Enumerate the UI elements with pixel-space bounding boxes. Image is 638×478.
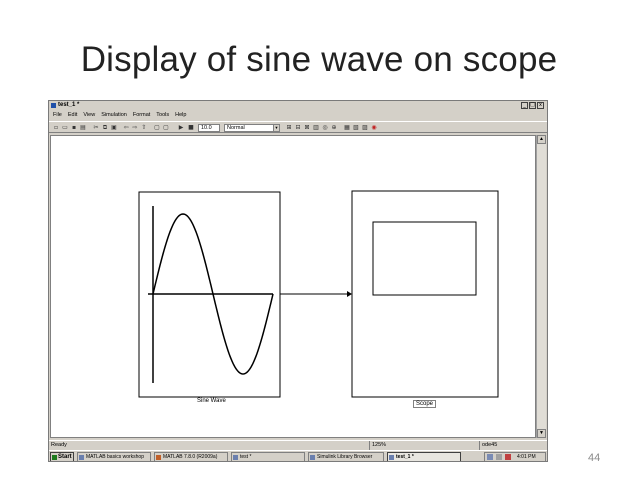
library-icon[interactable]: ⊟ bbox=[294, 124, 302, 132]
maximize-button[interactable]: □ bbox=[529, 102, 536, 109]
powerpoint-icon bbox=[79, 455, 84, 460]
signal-arrowhead bbox=[347, 291, 352, 297]
status-solver: ode45 bbox=[479, 441, 547, 450]
tray-antivirus-icon[interactable] bbox=[505, 454, 511, 460]
taskbar-item-label: MATLAB basics workshop bbox=[86, 454, 144, 460]
close-button[interactable]: x bbox=[537, 102, 544, 109]
status-ready: Ready bbox=[51, 442, 67, 448]
paste-icon[interactable]: ▣ bbox=[110, 124, 118, 132]
toolbar: ▫ ▭ ▪ ▤ ✂ ⧉ ▣ ⇦ ⇨ ⇧ ▢ ▢ ▶ ■ 10.0 Normal … bbox=[49, 121, 547, 133]
simulink-icon bbox=[233, 455, 238, 460]
scope-screen bbox=[372, 221, 477, 296]
block-diagram bbox=[138, 190, 499, 398]
uncomment-icon[interactable]: ▢ bbox=[162, 124, 170, 132]
debug-icon[interactable]: ▥ bbox=[312, 124, 320, 132]
save-icon[interactable]: ▪ bbox=[70, 124, 78, 132]
copy-icon[interactable]: ⧉ bbox=[101, 124, 109, 132]
menu-format[interactable]: Format bbox=[133, 111, 150, 120]
taskbar-item-test-1[interactable]: test_1 * bbox=[387, 452, 461, 461]
window-title: test_1 * bbox=[58, 102, 80, 108]
taskbar-item-label: test_1 * bbox=[396, 454, 414, 460]
build-icon[interactable]: ⊞ bbox=[285, 124, 293, 132]
sim-mode-value: Normal bbox=[227, 125, 245, 131]
taskbar-item-matlab[interactable]: MATLAB 7.8.0 (R2009a) bbox=[154, 452, 228, 461]
start-button[interactable]: Start bbox=[50, 452, 74, 461]
slide-title: Display of sine wave on scope bbox=[80, 40, 558, 79]
vertical-scrollbar[interactable]: ▲ ▼ bbox=[536, 135, 546, 438]
window-titlebar[interactable]: test_1 * _ □ x bbox=[49, 101, 547, 110]
taskbar-item-test[interactable]: test * bbox=[231, 452, 305, 461]
system-tray: 4:01 PM bbox=[484, 452, 546, 461]
help-icon[interactable]: ◎ bbox=[321, 124, 329, 132]
sine-wave-label: Sine Wave bbox=[197, 398, 226, 404]
redo-icon[interactable]: ⇨ bbox=[131, 124, 139, 132]
tray-clock: 4:01 PM bbox=[517, 454, 536, 460]
taskbar-item-label: test * bbox=[240, 454, 252, 460]
statusbar: Ready 125% ode45 bbox=[49, 440, 547, 450]
tray-help-icon[interactable] bbox=[487, 454, 493, 460]
status-zoom: 125% bbox=[369, 441, 439, 450]
scroll-up-icon[interactable]: ▲ bbox=[537, 135, 546, 144]
windows-taskbar: Start MATLAB basics workshop MATLAB 7.8.… bbox=[49, 450, 547, 461]
simulink-icon bbox=[310, 455, 315, 460]
slide-number: 44 bbox=[588, 452, 601, 464]
target-icon[interactable]: ◉ bbox=[370, 124, 378, 132]
menu-tools[interactable]: Tools bbox=[156, 111, 169, 120]
menubar: File Edit View Simulation Format Tools H… bbox=[49, 111, 547, 120]
play-icon[interactable]: ▶ bbox=[177, 124, 185, 132]
comment-icon[interactable]: ▢ bbox=[153, 124, 161, 132]
scroll-down-icon[interactable]: ▼ bbox=[537, 429, 546, 438]
menu-help[interactable]: Help bbox=[175, 111, 186, 120]
stop-icon[interactable]: ■ bbox=[187, 124, 195, 132]
print-icon[interactable]: ▤ bbox=[79, 124, 87, 132]
model-canvas[interactable]: Sine Wave Scope bbox=[50, 135, 536, 438]
zoom-icon[interactable]: ⊕ bbox=[330, 124, 338, 132]
undo-icon[interactable]: ⇦ bbox=[122, 124, 130, 132]
menu-simulation[interactable]: Simulation bbox=[101, 111, 127, 120]
open-icon[interactable]: ▭ bbox=[61, 124, 69, 132]
model-explorer-icon[interactable]: ⊠ bbox=[303, 124, 311, 132]
profiler-icon[interactable]: ▦ bbox=[343, 124, 351, 132]
menu-view[interactable]: View bbox=[83, 111, 95, 120]
taskbar-item-library-browser[interactable]: Simulink Library Browser bbox=[308, 452, 384, 461]
stop-time-input[interactable]: 10.0 bbox=[198, 124, 220, 132]
cut-icon[interactable]: ✂ bbox=[92, 124, 100, 132]
minimize-button[interactable]: _ bbox=[521, 102, 528, 109]
start-label: Start bbox=[58, 454, 72, 460]
tray-network-icon[interactable] bbox=[496, 454, 502, 460]
simulink-icon bbox=[389, 455, 394, 460]
simulink-window: test_1 * _ □ x File Edit View Simulation… bbox=[48, 100, 548, 462]
windows-flag-icon bbox=[52, 455, 57, 460]
matlab-icon bbox=[156, 455, 161, 460]
sim-mode-select[interactable]: Normal ▼ bbox=[224, 124, 280, 132]
menu-edit[interactable]: Edit bbox=[68, 111, 77, 120]
sync-icon[interactable]: ▧ bbox=[352, 124, 360, 132]
simulink-app-icon bbox=[51, 103, 56, 108]
taskbar-item-label: Simulink Library Browser bbox=[317, 454, 373, 460]
taskbar-item-workshop[interactable]: MATLAB basics workshop bbox=[77, 452, 151, 461]
chevron-down-icon: ▼ bbox=[273, 125, 279, 131]
up-icon[interactable]: ⇧ bbox=[140, 124, 148, 132]
record-icon[interactable]: ▨ bbox=[361, 124, 369, 132]
new-icon[interactable]: ▫ bbox=[52, 124, 60, 132]
menu-file[interactable]: File bbox=[53, 111, 62, 120]
scope-label: Scope bbox=[413, 400, 437, 408]
taskbar-item-label: MATLAB 7.8.0 (R2009a) bbox=[163, 454, 218, 460]
